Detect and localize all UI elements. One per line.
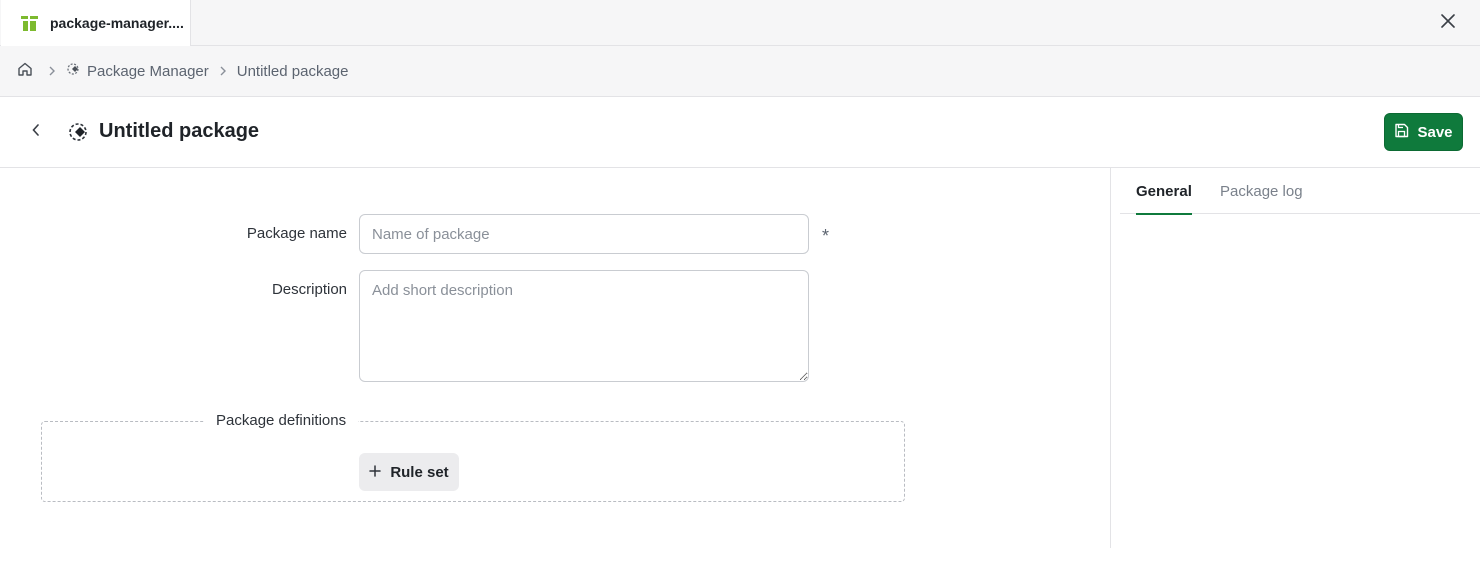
package-manager-icon	[21, 15, 38, 31]
tab-package-log-label: Package log	[1220, 182, 1303, 200]
back-button[interactable]	[26, 122, 46, 142]
side-panel-tabs: General Package log	[1120, 168, 1480, 215]
breadcrumb-label: Untitled package	[236, 62, 349, 80]
breadcrumb-package-manager[interactable]: Package Manager	[66, 62, 209, 80]
side-panel: General Package log	[1110, 168, 1480, 548]
package-form: Package name * Description Package defin…	[0, 168, 1110, 580]
tab-package-manager[interactable]: package-manager....	[1, 0, 191, 46]
required-marker: *	[822, 226, 830, 246]
package-definitions-legend: Package definitions	[204, 412, 359, 429]
close-icon	[1441, 13, 1455, 33]
plus-icon	[369, 464, 390, 481]
save-icon	[1394, 123, 1417, 142]
page-title: Untitled package	[99, 120, 260, 142]
tab-general[interactable]: General	[1136, 168, 1192, 215]
package-definitions: Package definitions Rule set	[41, 412, 905, 502]
breadcrumb-home[interactable]	[17, 61, 38, 81]
add-rule-set-button[interactable]: Rule set	[359, 453, 459, 491]
package-name-label: Package name	[246, 225, 347, 242]
package-manager-icon	[66, 62, 87, 80]
tab-general-label: General	[1136, 182, 1192, 200]
breadcrumb-current: Untitled package	[237, 63, 349, 80]
home-icon	[17, 61, 38, 81]
package-name-input[interactable]	[359, 214, 809, 254]
save-button[interactable]: Save	[1384, 113, 1463, 151]
package-manager-icon	[67, 121, 91, 148]
breadcrumb: Package Manager Untitled package	[0, 46, 1480, 97]
close-button[interactable]	[1438, 13, 1458, 33]
chevron-left-icon	[32, 123, 40, 141]
description-label: Description	[271, 281, 347, 298]
chevron-right-icon	[48, 66, 56, 76]
chevron-right-icon	[219, 66, 227, 76]
page-header: Untitled package Save	[0, 97, 1480, 168]
tab-package-log[interactable]: Package log	[1220, 168, 1303, 214]
tab-bar: package-manager....	[0, 0, 1480, 46]
breadcrumb-label: Package Manager	[87, 62, 209, 80]
description-textarea[interactable]	[359, 270, 809, 382]
tab-label: package-manager....	[50, 15, 184, 31]
rule-set-label: Rule set	[390, 463, 449, 481]
save-label: Save	[1417, 123, 1453, 141]
